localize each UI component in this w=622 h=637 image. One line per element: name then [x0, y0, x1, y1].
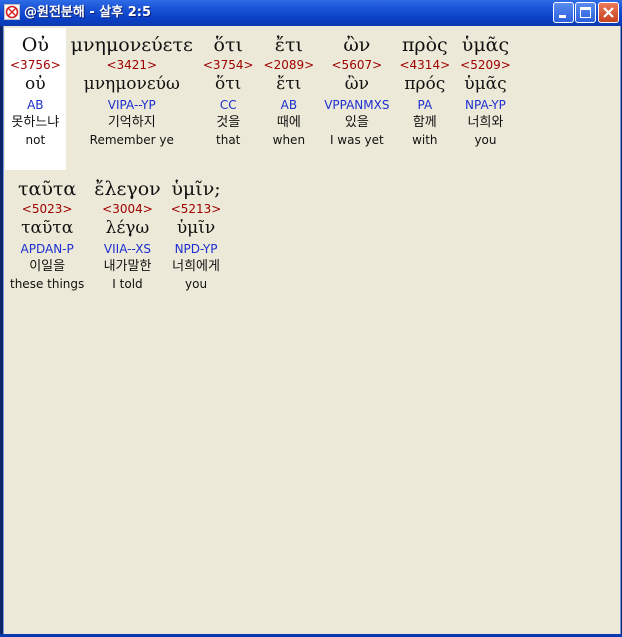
strong-number: <5023> [21, 202, 73, 216]
word-block[interactable]: ὢν <5607> ὢν VPPANMXS 있을 I was yet [319, 28, 394, 148]
korean-gloss: 때에 [276, 115, 301, 130]
strong-number: <4314> [399, 58, 451, 72]
english-gloss: you [474, 133, 497, 147]
english-gloss: when [272, 133, 306, 147]
maximize-icon [580, 7, 591, 18]
greek-word: ὢν [343, 34, 371, 56]
lemma-word: οὐ [25, 74, 46, 94]
verse-line-2: ταῦτα <5023> ταῦτα APDAN-P 이일을 these things ἔλ… [5, 172, 226, 292]
korean-gloss: 함께 [412, 115, 437, 130]
app-window: @원전분해 - 살후 2:5 Οὐ <3756> οὐ AB 못하느냐 not μνημον… [0, 0, 622, 637]
strong-number: <5213> [170, 202, 222, 216]
english-gloss: not [25, 133, 46, 147]
parsing-code: AB [280, 98, 298, 112]
parsing-code: VPPANMXS [324, 98, 390, 112]
lemma-word: ὢν [344, 74, 369, 94]
parsing-code: PA [417, 98, 433, 112]
window-title: @원전분해 - 살후 2:5 [24, 5, 152, 20]
lemma-word: ὑμᾶς [464, 74, 507, 94]
korean-gloss: 이일을 [29, 259, 66, 274]
minimize-icon [559, 15, 566, 18]
close-icon [603, 7, 614, 18]
word-block[interactable]: Οὐ <3756> οὐ AB 못하느냐 not [5, 28, 66, 170]
verse-line-1: Οὐ <3756> οὐ AB 못하느냐 not μνημονεύετε <3421> μνημ… [5, 28, 516, 170]
english-gloss: you [185, 277, 208, 291]
parsing-code: VIPA--YP [107, 98, 156, 112]
english-gloss: that [216, 133, 241, 147]
interlinear-view[interactable]: Οὐ <3756> οὐ AB 못하느냐 not μνημονεύετε <3421> μνημ… [3, 26, 621, 634]
lemma-word: ταῦτα [21, 218, 74, 238]
strong-number: <3004> [102, 202, 153, 216]
word-block[interactable]: ἔτι <2089> ἔτι AB 때에 when [259, 28, 320, 148]
greek-word: μνημονεύετε [70, 34, 193, 56]
greek-word: ὑμῖν; [171, 178, 221, 200]
english-gloss: I told [112, 277, 143, 291]
parsing-code: NPD-YP [174, 242, 218, 256]
english-gloss: these things [10, 277, 85, 291]
english-gloss: with [412, 133, 438, 147]
lemma-word: ἔτι [276, 74, 302, 94]
strong-number: <2089> [263, 58, 315, 72]
greek-word: ἔτι [274, 34, 303, 56]
lemma-word: ὅτι [215, 74, 242, 94]
korean-gloss: 것을 [216, 115, 241, 130]
korean-gloss: 너희와 [467, 115, 504, 130]
word-block[interactable]: ἔλεγον <3004> λέγω VIIA--XS 내가말한 I told [89, 172, 165, 292]
parsing-code: CC [219, 98, 237, 112]
lemma-word: πρός [404, 74, 446, 94]
greek-word: πρὸς [401, 34, 448, 56]
korean-gloss: 기억하지 [107, 115, 156, 130]
maximize-button[interactable] [575, 2, 596, 23]
close-button[interactable] [598, 2, 619, 23]
lemma-word: ὑμῖν [176, 218, 216, 238]
parsing-code: AB [27, 98, 44, 112]
greek-word: ὑμᾶς [461, 34, 510, 56]
lemma-word: μνημονεύω [83, 74, 180, 94]
greek-word: ἔλεγον [94, 178, 161, 200]
greek-word: Οὐ [21, 34, 49, 56]
korean-gloss: 내가말한 [103, 259, 152, 274]
korean-gloss: 못하느냐 [11, 115, 60, 130]
strong-number: <3754> [202, 58, 254, 72]
word-block[interactable]: ὑμῖν; <5213> ὑμῖν NPD-YP 너희에게 you [166, 172, 227, 292]
strong-number: <3756> [10, 58, 61, 72]
word-block[interactable]: ὑμᾶς <5209> ὑμᾶς NPA-YP 너희와 you [455, 28, 516, 148]
lemma-word: λέγω [105, 218, 150, 238]
parsing-code: VIIA--XS [103, 242, 152, 256]
parsing-code: APDAN-P [20, 242, 74, 256]
word-block[interactable]: πρὸς <4314> πρός PA 함께 with [394, 28, 455, 148]
strong-number: <5209> [460, 58, 511, 72]
minimize-button[interactable] [553, 2, 574, 23]
strong-number: <3421> [106, 58, 158, 72]
greek-word: ὅτι [213, 34, 243, 56]
korean-gloss: 있을 [344, 115, 369, 130]
english-gloss: Remember ye [89, 133, 174, 147]
korean-gloss: 너희에게 [172, 259, 220, 274]
word-block[interactable]: ὅτι <3754> ὅτι CC 것을 that [198, 28, 259, 148]
strong-number: <5607> [331, 58, 383, 72]
parsing-code: NPA-YP [465, 98, 506, 112]
word-block[interactable]: ταῦτα <5023> ταῦτα APDAN-P 이일을 these things [5, 172, 89, 292]
title-bar[interactable]: @원전분해 - 살후 2:5 [0, 0, 622, 26]
app-logo-icon[interactable] [4, 4, 20, 20]
greek-word: ταῦτα [18, 178, 77, 200]
interlinear-content: Οὐ <3756> οὐ AB 못하느냐 not μνημονεύετε <3421> μνημ… [4, 26, 620, 634]
word-block[interactable]: μνημονεύετε <3421> μνημονεύω VIPA--YP 기억하지 Re… [66, 28, 198, 148]
english-gloss: I was yet [329, 133, 384, 147]
